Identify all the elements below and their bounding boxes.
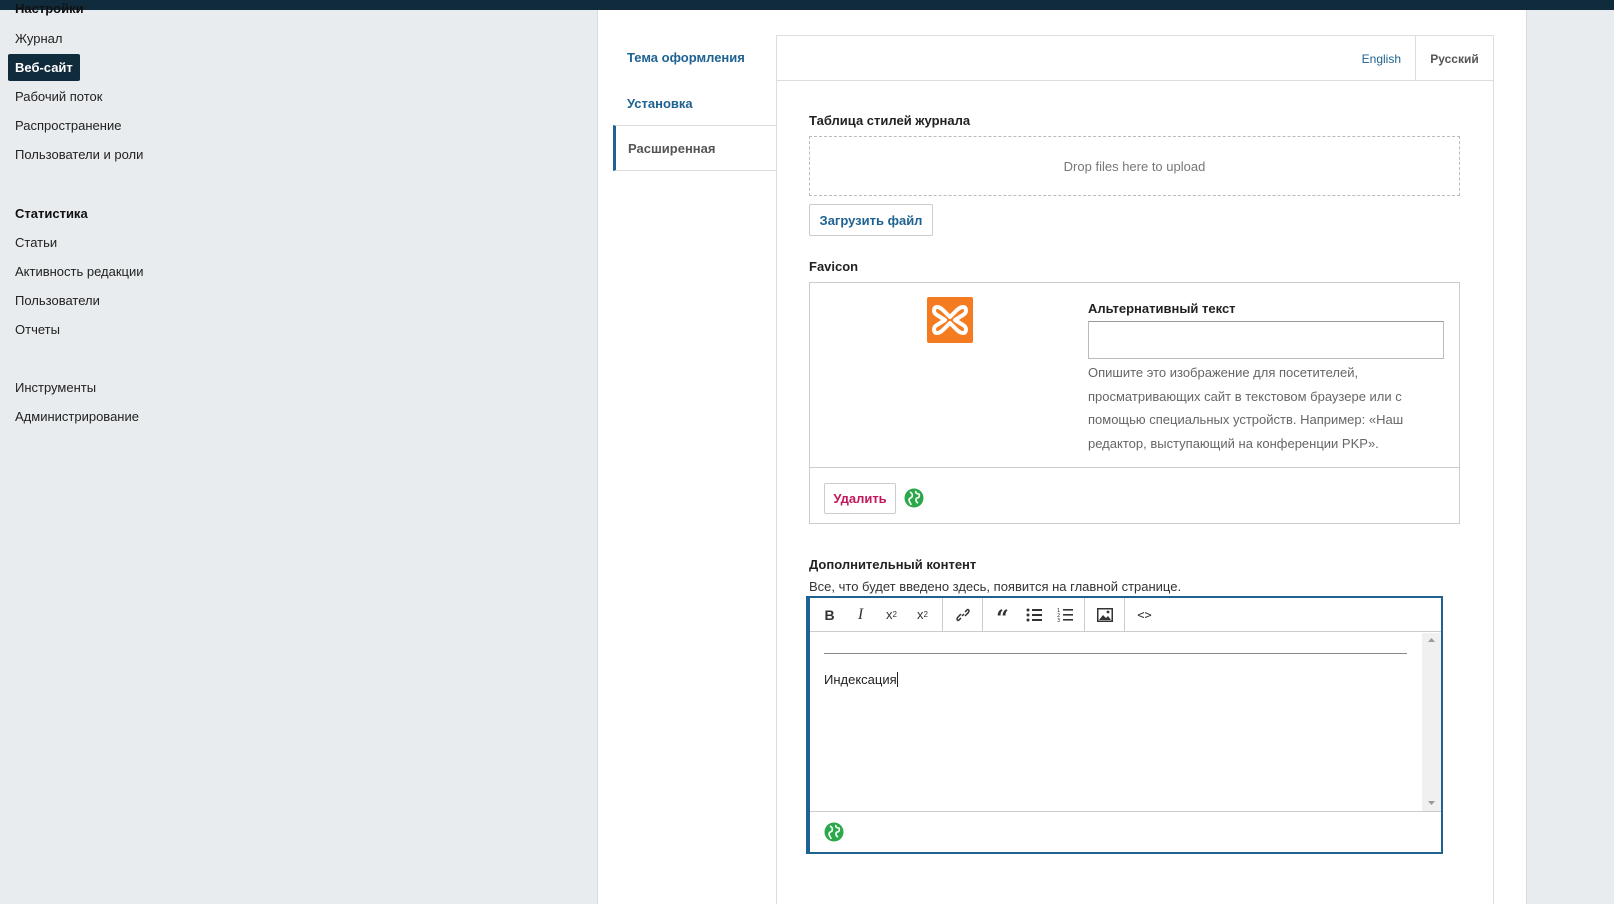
text-caret [896,672,898,687]
alt-text-input[interactable] [1088,321,1444,359]
alt-text-description: Опишите это изображение для посетителей,… [1088,365,1404,451]
additional-content-label: Дополнительный контент [809,557,977,572]
favicon-preview-box: Альтернативный текст Опишите это изображ… [809,282,1460,524]
globe-icon[interactable] [824,822,844,842]
editor-text-value: Индексация [824,672,897,687]
upload-file-button[interactable]: Загрузить файл [809,204,933,236]
code-icon[interactable]: <> [1129,598,1160,632]
stylesheet-label: Таблица стилей журнала [809,113,971,128]
editor-content-area[interactable]: Индексация [810,633,1422,811]
editor-footer [810,811,1441,852]
nav-item-journal[interactable]: Журнал [15,31,62,46]
locale-russian[interactable]: Русский [1415,36,1493,81]
image-icon[interactable] [1089,598,1120,632]
nav-item-reports[interactable]: Отчеты [15,322,60,337]
nav-item-articles[interactable]: Статьи [15,235,57,250]
tab-theme[interactable]: Тема оформления [613,34,776,80]
svg-text:3: 3 [1057,618,1060,622]
italic-icon[interactable]: I [845,598,876,632]
nav-item-website[interactable]: Веб-сайт [8,54,80,81]
nav-item-tools[interactable]: Инструменты [15,380,96,395]
favicon-label: Favicon [809,259,859,274]
subscript-icon[interactable]: x2 [907,598,938,632]
right-margin [1528,10,1614,904]
blockquote-icon[interactable]: “ [987,598,1018,632]
nav-heading-statistics: Статистика [15,206,88,221]
top-bar [0,0,1614,10]
bullet-list-icon[interactable] [1018,598,1049,632]
superscript-icon[interactable]: x2 [876,598,907,632]
side-navigation: Настройки Журнал Веб-сайт Рабочий поток … [0,1,596,904]
numbered-list-icon[interactable]: 123 [1049,598,1080,632]
favicon-image [927,297,973,343]
nav-item-editorial-activity[interactable]: Активность редакции [15,264,144,279]
locale-switcher: English Русский [777,36,1493,81]
stylesheet-dropzone[interactable]: Drop files here to upload [809,136,1460,196]
link-icon[interactable] [947,598,978,632]
nav-item-users-roles[interactable]: Пользователи и роли [15,147,143,162]
editor-text: Индексация [824,672,898,687]
horizontal-rule [824,653,1407,654]
nav-item-administration[interactable]: Администрирование [15,409,139,424]
editor-scrollbar[interactable] [1422,633,1441,811]
main-panel: Тема оформления Установка Расширенная En… [597,10,1527,904]
globe-icon[interactable] [904,488,924,508]
nav-item-users[interactable]: Пользователи [15,293,100,308]
xampp-logo-icon [932,305,968,335]
additional-content-description: Все, что будет введено здесь, появится н… [809,579,1182,594]
tab-setup[interactable]: Установка [613,80,776,126]
advanced-settings-form: English Русский Таблица стилей журнала D… [776,35,1494,904]
nav-heading-settings: Настройки [15,1,84,16]
tab-advanced[interactable]: Расширенная [613,125,776,171]
favicon-footer: Удалить [810,467,1459,524]
delete-favicon-button[interactable]: Удалить [824,483,896,514]
locale-english[interactable]: English [1362,36,1401,81]
nav-item-workflow[interactable]: Рабочий поток [15,89,102,104]
rich-text-editor: B I x2 x2 “ 123 <> Индексация [806,596,1443,854]
alt-text-label: Альтернативный текст [1088,301,1236,316]
editor-toolbar: B I x2 x2 “ 123 <> [810,597,1441,632]
nav-item-distribution[interactable]: Распространение [15,118,121,133]
bold-icon[interactable]: B [814,598,845,632]
